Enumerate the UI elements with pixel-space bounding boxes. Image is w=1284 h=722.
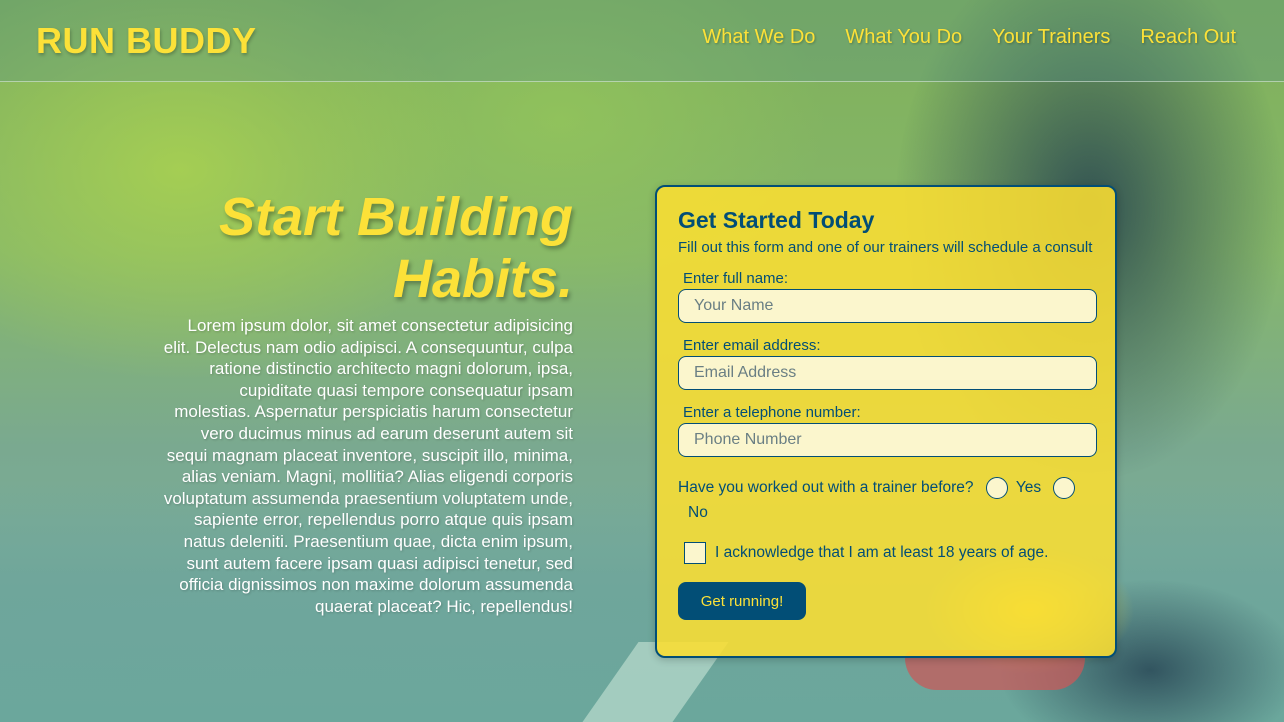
- nav-link-what-we-do[interactable]: What We Do: [702, 26, 815, 49]
- trainer-question-text: Have you worked out with a trainer befor…: [678, 479, 974, 496]
- email-input[interactable]: [678, 356, 1097, 390]
- email-label: Enter email address:: [683, 337, 821, 354]
- nav-link-reach-out[interactable]: Reach Out: [1140, 26, 1236, 49]
- age-acknowledge-row: I acknowledge that I am at least 18 year…: [684, 542, 1095, 564]
- name-label: Enter full name:: [683, 270, 789, 287]
- hero-title: Start Building Habits.: [153, 186, 573, 310]
- hero-title-line-2: Habits.: [392, 249, 573, 309]
- trainer-question-group: Have you worked out with a trainer befor…: [678, 475, 1095, 525]
- hero-body-text: Lorem ipsum dolor, sit amet consectetur …: [163, 316, 573, 616]
- age-acknowledge-checkbox[interactable]: [684, 542, 706, 564]
- main-nav: What We Do What You Do Your Trainers Rea…: [702, 26, 1236, 49]
- trainer-no-label: No: [688, 504, 708, 521]
- trainer-yes-radio[interactable]: [985, 476, 1008, 499]
- nav-link-your-trainers[interactable]: Your Trainers: [992, 26, 1110, 49]
- trainer-no-radio[interactable]: [1053, 476, 1076, 499]
- nav-link-what-you-do[interactable]: What You Do: [845, 26, 962, 49]
- trainer-yes-label: Yes: [1015, 479, 1042, 496]
- site-logo[interactable]: RUN BUDDY: [36, 20, 257, 62]
- phone-input[interactable]: [678, 423, 1097, 457]
- name-input[interactable]: [678, 289, 1097, 323]
- form-subheading: Fill out this form and one of our traine…: [678, 239, 1093, 256]
- signup-form: Get Started Today Fill out this form and…: [655, 185, 1117, 658]
- site-header: RUN BUDDY What We Do What You Do Your Tr…: [0, 0, 1284, 82]
- age-acknowledge-label: I acknowledge that I am at least 18 year…: [715, 544, 1049, 561]
- hero-title-line-1: Start Building: [219, 187, 573, 247]
- submit-button[interactable]: Get running!: [678, 582, 806, 620]
- phone-label: Enter a telephone number:: [683, 404, 861, 421]
- form-heading: Get Started Today: [678, 207, 875, 233]
